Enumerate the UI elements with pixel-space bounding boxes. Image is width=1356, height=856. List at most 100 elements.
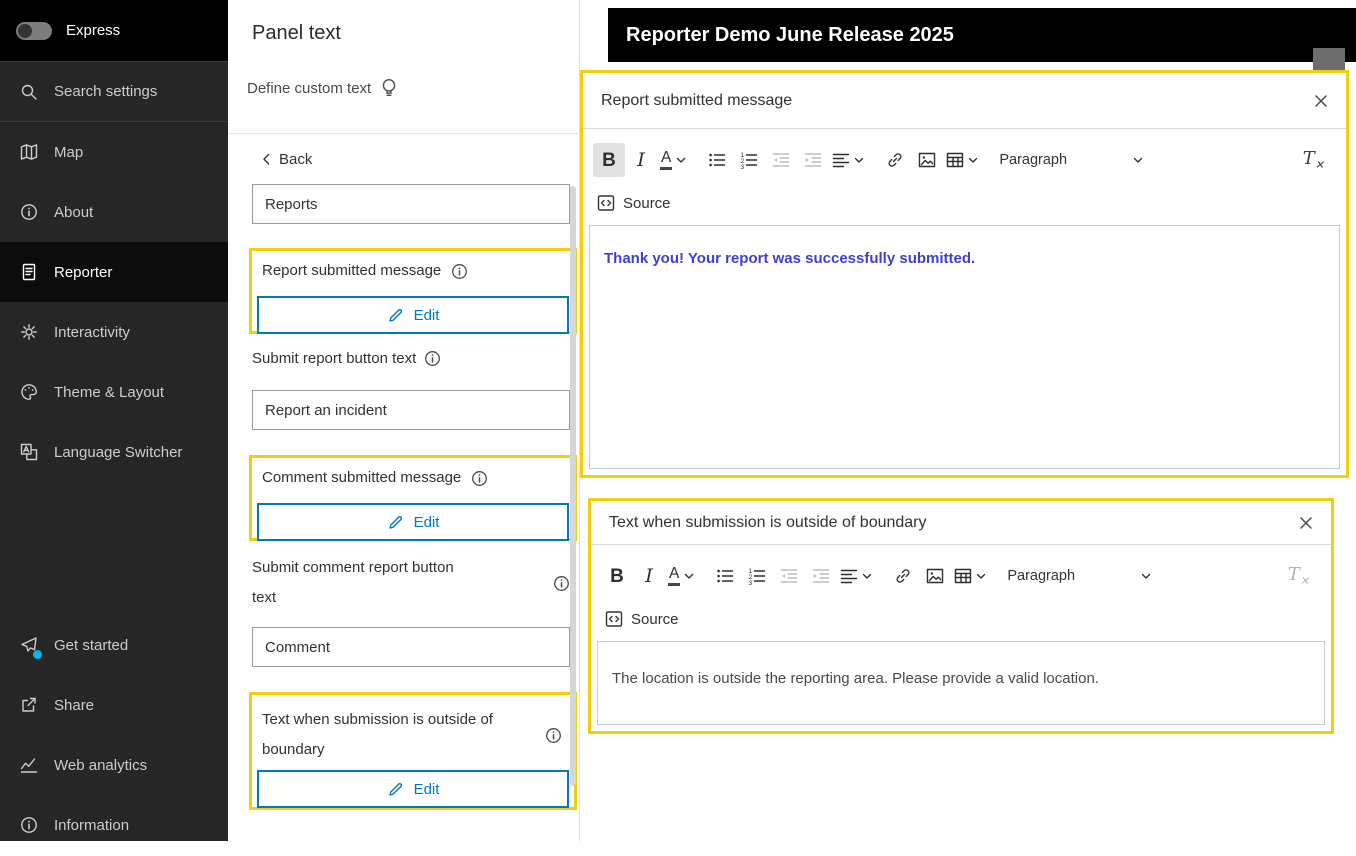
source-button[interactable]: Source [605, 610, 679, 628]
pencil-icon [388, 515, 402, 529]
panel-text-settings: Panel text Define custom text Back Repor… [228, 0, 580, 841]
sidebar-item-search-settings[interactable]: Search settings [0, 62, 228, 122]
info-icon[interactable] [545, 727, 562, 744]
palette-icon [20, 383, 38, 401]
remove-format-button[interactable]: T✕ [1303, 148, 1324, 172]
info-icon[interactable] [451, 263, 468, 280]
sidebar-footer: Get started Share Web analytics Informat… [0, 615, 228, 841]
edit-boundary-text-button[interactable]: Edit [257, 770, 569, 808]
submit-report-label-row: Submit report button text [252, 350, 570, 367]
edit-label: Edit [413, 306, 440, 324]
image-button[interactable] [919, 559, 951, 593]
table-button[interactable] [943, 143, 981, 177]
pencil-icon [388, 308, 402, 322]
bold-button[interactable]: B [601, 559, 633, 593]
outdent-button[interactable] [765, 143, 797, 177]
italic-button[interactable]: I [625, 143, 657, 177]
bold-button[interactable]: B [593, 143, 625, 177]
report-submitted-dialog: Report submitted message B I A 123 Parag… [580, 70, 1349, 478]
edit-comment-submitted-button[interactable]: Edit [257, 503, 569, 541]
source-button[interactable]: Source [597, 194, 671, 212]
paragraph-style-dropdown[interactable]: Paragraph [1003, 568, 1155, 584]
sidebar-item-share[interactable]: Share [0, 675, 228, 735]
close-icon[interactable] [1299, 516, 1313, 530]
reports-input[interactable] [252, 184, 570, 224]
chevron-down-icon [1134, 157, 1143, 163]
express-toggle[interactable] [16, 21, 52, 40]
toggle-knob [18, 23, 32, 38]
sidebar-item-label: Get started [54, 636, 129, 654]
editor-message-text: The location is outside the reporting ar… [612, 670, 1099, 687]
panel-subtitle-row: Define custom text [247, 78, 397, 98]
notification-badge [33, 650, 42, 659]
source-label: Source [631, 610, 679, 628]
sidebar-item-get-started[interactable]: Get started [0, 615, 228, 675]
bulleted-list-button[interactable] [709, 559, 741, 593]
map-icon [20, 143, 38, 161]
sidebar-item-theme-layout[interactable]: Theme & Layout [0, 362, 228, 422]
remove-format-button[interactable]: T✕ [1288, 564, 1309, 588]
sidebar-item-language-switcher[interactable]: Language Switcher [0, 422, 228, 482]
indent-button[interactable] [797, 143, 829, 177]
submit-report-button-text-input[interactable] [252, 390, 570, 430]
sidebar-item-label: Theme & Layout [54, 383, 165, 401]
source-code-icon [597, 195, 615, 211]
language-icon [20, 443, 38, 461]
text-align-button[interactable] [837, 559, 875, 593]
panel-subtitle: Define custom text [247, 79, 372, 97]
editor-toolbar: B I A 123 Paragraph T✕ [591, 545, 1331, 597]
numbered-list-button[interactable]: 123 [741, 559, 773, 593]
sidebar-item-label: Web analytics [54, 756, 148, 774]
dialog-header: Text when submission is outside of bound… [591, 501, 1331, 545]
font-color-button[interactable]: A [657, 143, 689, 177]
info-icon[interactable] [424, 350, 441, 367]
comment-submitted-label-row: Comment submitted message [252, 458, 574, 488]
edit-report-submitted-button[interactable]: Edit [257, 296, 569, 334]
boundary-label-row: Text when submission is outside of bound… [252, 695, 574, 765]
info-icon[interactable] [471, 470, 488, 487]
report-document-icon [20, 263, 38, 281]
link-button[interactable] [887, 559, 919, 593]
font-color-button[interactable]: A [665, 559, 697, 593]
highlight-boundary-text-group: Text when submission is outside of bound… [249, 692, 577, 810]
text-align-button[interactable] [829, 143, 867, 177]
line-chart-icon [20, 756, 38, 774]
numbered-list-button[interactable]: 123 [733, 143, 765, 177]
edit-label: Edit [413, 513, 440, 531]
info-icon[interactable] [553, 575, 570, 592]
sidebar-item-label: Search settings [54, 83, 158, 100]
link-button[interactable] [879, 143, 911, 177]
sidebar-item-about[interactable]: About [0, 182, 228, 242]
info-icon [20, 816, 38, 834]
paper-plane-icon [20, 636, 42, 659]
search-icon [20, 83, 38, 101]
sidebar-item-map[interactable]: Map [0, 122, 228, 182]
image-button[interactable] [911, 143, 943, 177]
panel-title: Panel text [252, 22, 341, 44]
sidebar-item-information[interactable]: Information [0, 795, 228, 841]
highlight-report-submitted-group: Report submitted message Edit [249, 248, 577, 334]
bulleted-list-button[interactable] [701, 143, 733, 177]
close-icon[interactable] [1314, 94, 1328, 108]
paragraph-style-value: Paragraph [999, 152, 1068, 168]
table-button[interactable] [951, 559, 989, 593]
sidebar-item-label: Information [54, 816, 130, 834]
panel-scrollbar[interactable] [570, 186, 576, 786]
italic-button[interactable]: I [633, 559, 665, 593]
outdent-button[interactable] [773, 559, 805, 593]
sidebar-item-interactivity[interactable]: Interactivity [0, 302, 228, 362]
rich-text-editor-area[interactable]: The location is outside the reporting ar… [597, 641, 1325, 725]
indent-button[interactable] [805, 559, 837, 593]
sidebar-item-web-analytics[interactable]: Web analytics [0, 735, 228, 795]
app-preview: Reporter Demo June Release 2025 Report s… [580, 0, 1356, 841]
pencil-icon [388, 782, 402, 796]
sidebar-item-label: About [54, 203, 94, 221]
sidebar-item-reporter[interactable]: Reporter [0, 242, 228, 302]
submit-comment-button-text-input[interactable] [252, 627, 570, 667]
share-icon [20, 696, 38, 714]
chevron-left-icon [263, 153, 270, 165]
paragraph-style-dropdown[interactable]: Paragraph [995, 152, 1147, 168]
back-button[interactable]: Back [262, 151, 312, 168]
sidebar-item-label: Language Switcher [54, 443, 183, 461]
rich-text-editor-area[interactable]: Thank you! Your report was successfully … [589, 225, 1340, 469]
